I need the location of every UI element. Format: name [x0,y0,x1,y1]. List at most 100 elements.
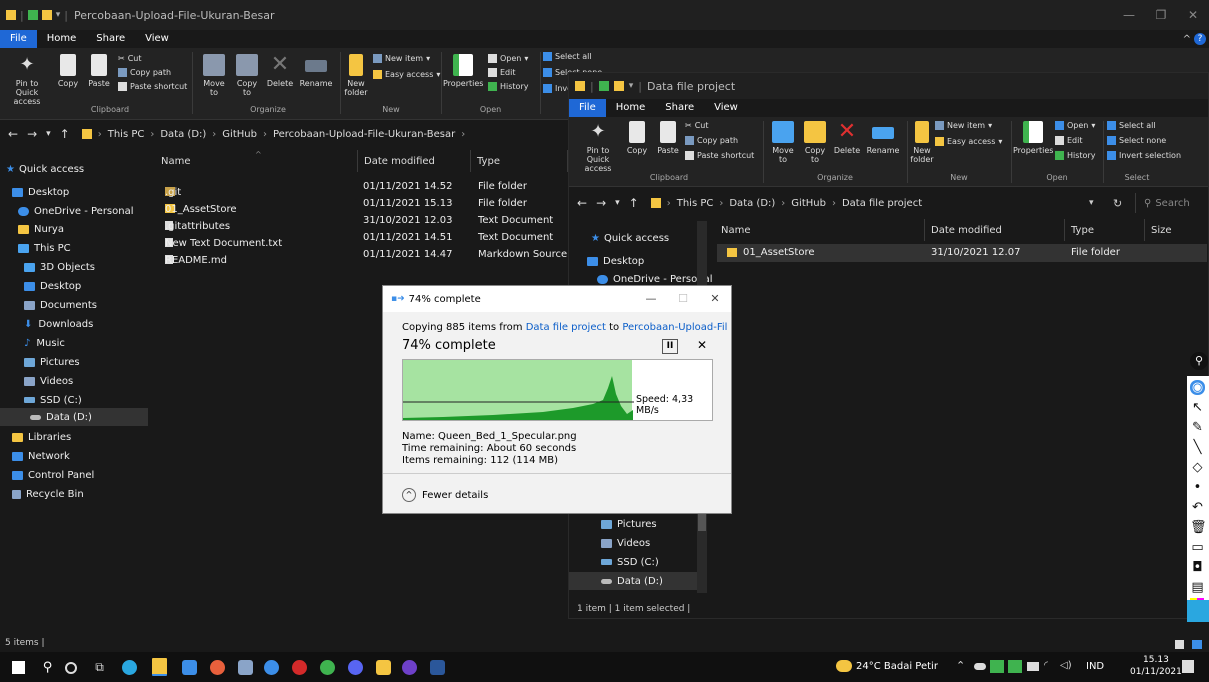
customize-qat-icon[interactable]: ▾ [629,81,634,91]
dialog-title-bar[interactable]: ▪➜ 74% complete — ☐ ✕ [383,286,731,312]
line-chat-icon[interactable] [320,660,335,675]
breadcrumb-data-d[interactable]: Data (D:) [729,198,775,209]
search-icon[interactable]: ⚲ [40,660,55,675]
file-row[interactable]: New Text Document.txt 01/11/2021 14.51 T… [165,229,565,249]
select-all-button[interactable]: Select all [543,52,592,61]
column-header-date[interactable]: Date modified [358,150,471,172]
new-folder-button[interactable]: New folder [343,54,369,97]
large-icons-view-icon[interactable] [1192,640,1202,649]
cortana-icon[interactable] [65,662,77,674]
volume-icon[interactable]: ◁) [1060,660,1072,671]
nav-videos[interactable]: Videos [24,372,73,390]
paste-shortcut-button[interactable]: Paste shortcut [118,82,187,91]
wifi-icon[interactable]: ◜ [1044,660,1048,671]
copy-button[interactable]: Copy [54,54,82,88]
task-view-icon[interactable]: ⧉ [92,660,107,675]
column-header-name[interactable]: Name [715,219,925,241]
edit-button[interactable]: Edit [1055,136,1083,145]
nav-music[interactable]: ♪ Music [24,334,65,352]
notification-icon[interactable] [1182,660,1194,673]
battery-icon[interactable] [1027,662,1039,671]
breadcrumb-data-d[interactable]: Data (D:) [160,129,206,140]
chevron-down-icon[interactable]: ▾ [46,127,51,141]
windows-start-icon[interactable] [12,661,25,674]
properties-icon[interactable] [598,81,609,91]
minimize-button[interactable]: — [635,286,667,312]
tab-view[interactable]: View [135,30,179,48]
file-row[interactable]: README.md 01/11/2021 14.47 Markdown Sour… [165,246,580,266]
line-icon[interactable]: ╲ [1190,440,1205,455]
nav-nurya[interactable]: Nurya [18,220,64,238]
title-bar[interactable]: | ▾ | Data file project [569,73,1208,99]
select-all-button[interactable]: Select all [1107,121,1156,130]
nav-libraries[interactable]: Libraries [12,428,71,446]
column-header-type[interactable]: Type [1065,219,1145,241]
breadcrumb[interactable]: › This PC › Data (D:) › GitHub › Data fi… [650,198,922,209]
cut-button[interactable]: ✂ Cut [118,54,142,63]
nav-desktop-pc[interactable]: Desktop [24,277,81,295]
new-folder-icon[interactable] [41,10,52,20]
tab-home[interactable]: Home [606,99,656,117]
tab-share[interactable]: Share [655,99,704,117]
pen-icon[interactable]: ✎ [1190,420,1205,435]
column-header-date[interactable]: Date modified [925,219,1065,241]
cut-button[interactable]: ✂ Cut [685,121,709,130]
delete-button[interactable]: ✕ Delete [831,121,863,156]
trash-icon[interactable]: 🗑 [1190,520,1207,535]
breadcrumb-this-pc[interactable]: This PC [108,129,145,140]
nav-recycle-bin[interactable]: Recycle Bin [12,485,84,503]
open-button[interactable]: Open ▾ [488,54,528,63]
nav-pictures[interactable]: Pictures [601,515,657,533]
destination-folder-link[interactable]: Percobaan-Upload-File-Ukur... [622,322,727,333]
copy-to-button[interactable]: Copy to [232,54,262,97]
clipboard-icon[interactable]: ▤ [1190,580,1205,595]
up-arrow-icon[interactable]: ↑ [60,127,70,141]
chevron-down-icon[interactable]: ▾ [615,196,620,210]
nav-control-panel[interactable]: Control Panel [12,466,94,484]
nav-quick-access[interactable]: ★ Quick access [591,229,669,247]
new-item-button[interactable]: New item ▾ [935,121,992,130]
move-to-button[interactable]: Move to [198,54,230,97]
eye-icon[interactable]: ◉ [1190,380,1205,395]
easy-access-button[interactable]: Easy access ▾ [373,70,440,79]
properties-button[interactable]: Properties [1013,121,1053,155]
pin-quick-access-button[interactable]: ✦ Pin to Quick access [575,121,621,173]
github-desktop-icon[interactable] [402,660,417,675]
easy-access-button[interactable]: Easy access ▾ [935,137,1002,146]
maximize-button[interactable]: ☐ [667,286,699,312]
forward-arrow-icon[interactable]: → [596,196,606,210]
nav-ssd-c[interactable]: SSD (C:) [601,553,659,571]
breadcrumb-current-folder[interactable]: Percobaan-Upload-File-Ukuran-Besar [273,129,455,140]
clock[interactable]: 15.13 01/11/2021 [1130,654,1182,678]
maximize-button[interactable]: ❐ [1145,0,1177,30]
breadcrumb[interactable]: › This PC › Data (D:) › GitHub › Percoba… [81,129,465,140]
nav-videos[interactable]: Videos [601,534,650,552]
history-button[interactable]: History [488,82,528,91]
tab-share[interactable]: Share [86,30,135,48]
tab-home[interactable]: Home [37,30,87,48]
help-icon[interactable]: ? [1194,33,1206,45]
nav-network[interactable]: Network [12,447,70,465]
address-dropdown-icon[interactable]: ▾ [1089,198,1094,208]
file-row[interactable]: .gitattributes 31/10/2021 12.03 Text Doc… [165,212,565,232]
refresh-icon[interactable]: ↻ [1113,197,1122,210]
move-to-button[interactable]: Move to [767,121,799,164]
file-row[interactable]: .git 01/11/2021 14.52 File folder [165,178,565,198]
back-arrow-icon[interactable]: ← [577,196,587,210]
file-row-selected[interactable]: 01_AssetStore 31/10/2021 12.07 File fold… [717,244,1207,262]
nav-data-d[interactable]: Data (D:) [569,572,697,590]
delete-button[interactable]: ✕ Delete [264,54,296,89]
eraser-icon[interactable]: ◇ [1190,460,1205,475]
board-icon[interactable]: ▭ [1190,540,1205,555]
title-bar[interactable]: | ▾ | Percobaan-Upload-File-Ukuran-Besar… [0,0,1209,30]
source-folder-link[interactable]: Data file project [526,322,606,333]
camera-icon[interactable]: ◘ [1190,560,1205,575]
history-button[interactable]: History [1055,151,1095,160]
nav-onedrive[interactable]: OneDrive - Personal [18,202,134,220]
notes-icon[interactable] [376,660,391,675]
weather-icon[interactable] [836,660,852,672]
chevron-up-icon[interactable]: ⌃ [956,659,965,672]
mail-icon[interactable] [182,660,197,675]
pin-quick-access-button[interactable]: ✦ Pin to Quick access [4,54,50,106]
column-header-size[interactable]: Size [1145,219,1209,241]
